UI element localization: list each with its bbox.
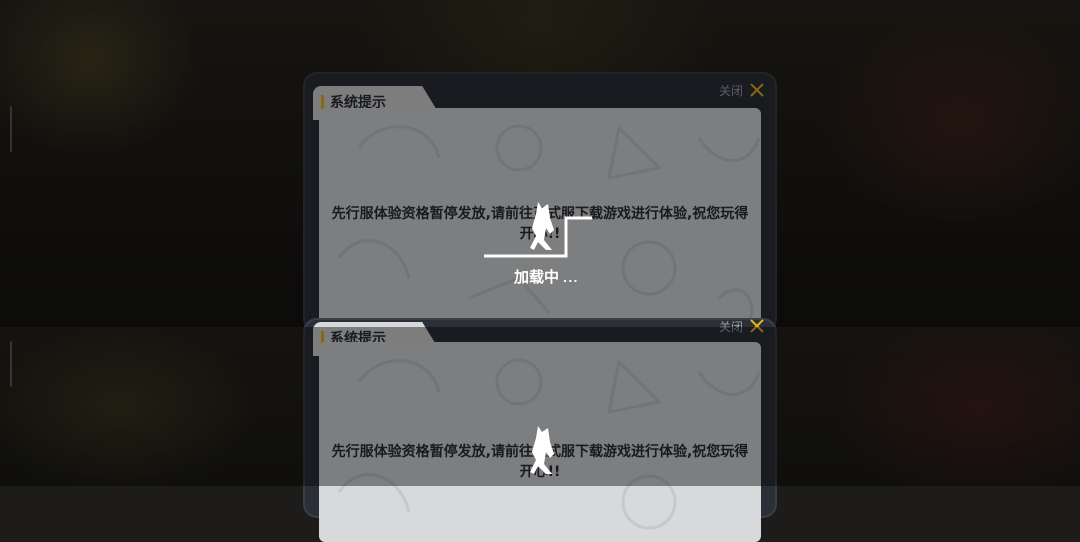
loading-label: 加载中: [514, 268, 560, 286]
loading-dots: ...: [563, 272, 579, 285]
loading-indicator: [476, 420, 606, 520]
loading-indicator: 加载中...: [476, 196, 606, 296]
running-character-icon: [530, 202, 554, 250]
loading-text: 加载中...: [514, 266, 579, 287]
running-character-icon: [530, 426, 554, 474]
